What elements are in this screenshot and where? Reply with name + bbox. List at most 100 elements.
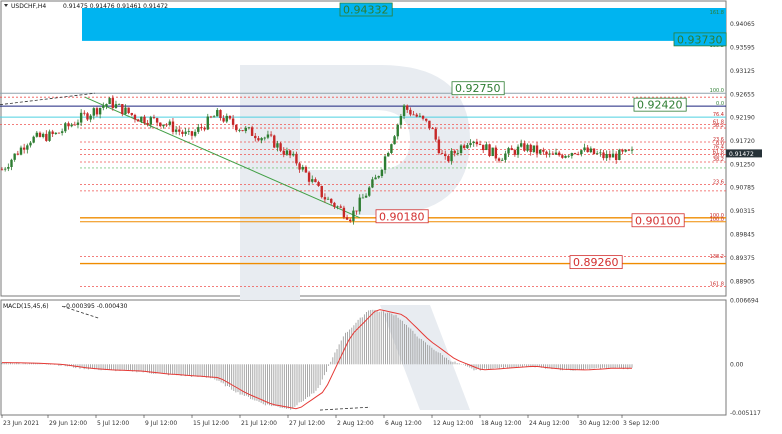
candle-body [200,127,203,128]
macd-label: MACD(15,45,6) [3,303,49,310]
time-tick-label: 2 Aug 12:00 [337,420,374,427]
candle-body [421,115,425,119]
candle-body [181,131,184,134]
candle-body [364,195,368,198]
candle-body [32,136,35,143]
candle-body [434,128,437,140]
candle-body [567,155,570,157]
candle-body [298,163,301,170]
candle-body [466,145,469,148]
time-tick-label: 27 Jul 12:00 [289,420,325,427]
candle-body [349,219,352,222]
candle-body [184,131,187,134]
candle-body [393,136,396,145]
candle-body [29,142,32,146]
candle-body [51,131,54,134]
last-price-label: 0.91472 [729,151,754,158]
fib-tag: 38.2 [713,123,724,129]
label-cyan-target-2: 0.93730 [677,33,723,46]
candle-body [333,202,336,207]
time-tick-label: 9 Jul 12:00 [145,420,177,427]
label-support-low: 0.90180 [379,210,425,223]
candle-body [447,156,450,162]
macd-divergence-line [319,406,371,411]
price-tick-label: 0.88905 [730,278,755,285]
candle-body [630,149,634,151]
candle-body [193,131,197,136]
candle-body [361,197,365,199]
macd-tick-label: 0.00 [730,361,744,368]
candle-body [548,153,551,155]
candle-body [222,118,225,122]
channel-line [0,92,96,106]
candle-body [459,145,463,154]
candle-body [67,123,70,127]
candle-body [627,149,631,151]
candle-body [592,148,596,155]
candle-body [269,134,273,136]
dropdown-triangle-icon [4,4,8,7]
candle-body [244,127,247,132]
candle-body [599,152,602,154]
candle-body [326,198,330,200]
candle-body [98,107,102,115]
candle-body [203,127,206,130]
time-tick-label: 29 Jun 12:00 [49,420,87,427]
candle-body [70,124,73,127]
trend-line [84,96,361,219]
candle-body [257,138,260,141]
candle-body [114,104,118,108]
candle-body [570,153,574,156]
candle-body [383,156,387,170]
candle-body [396,124,399,137]
candle-body [551,153,555,155]
symbol-timeframe: USDCHF,H4 [11,3,46,10]
candle-body [516,146,520,155]
candle-body [121,104,124,115]
candle-body [523,143,526,151]
candle-body [22,147,26,150]
candle-body [48,131,51,141]
candle-body [206,116,209,130]
candle-body [105,104,108,106]
price-tick-label: 0.92655 [730,91,755,98]
fib-tag: 138.2 [710,254,724,260]
candle-body [425,118,428,121]
price-tick-label: 0.90315 [730,208,755,215]
candle-body [288,150,292,156]
candle-body [136,119,140,122]
candle-body [437,139,441,154]
candle-body [263,137,266,139]
candle-body [475,141,479,145]
time-tick-label: 6 Aug 12:00 [385,420,422,427]
candle-body [216,110,219,117]
candle-body [35,132,39,137]
macd-values: -0.000395 -0.000430 [64,303,128,310]
candle-body [83,112,86,114]
candle-body [250,127,254,136]
candle-body [589,148,593,153]
candle-body [10,159,13,167]
candle-body [431,128,434,130]
label-support-3: 0.89260 [573,256,619,269]
candle-body [564,155,567,158]
candle-body [307,172,311,182]
candle-body [583,147,586,151]
price-tick-label: 0.90785 [730,185,755,192]
candle-body [187,131,190,132]
candle-body [146,122,149,125]
candle-body [19,147,23,155]
price-tick-label: 0.91250 [730,161,755,168]
candle-body [342,207,346,218]
price-tick-label: 0.93125 [730,68,755,75]
candle-body [614,153,618,160]
candle-body [260,138,263,141]
candle-body [235,124,238,131]
candle-body [117,104,121,105]
fib-tag: 76.4 [713,112,724,118]
candle-body [453,150,456,154]
candle-body [124,107,127,115]
candle-body [295,153,298,164]
candle-body [13,153,16,160]
candle-body [171,121,175,132]
